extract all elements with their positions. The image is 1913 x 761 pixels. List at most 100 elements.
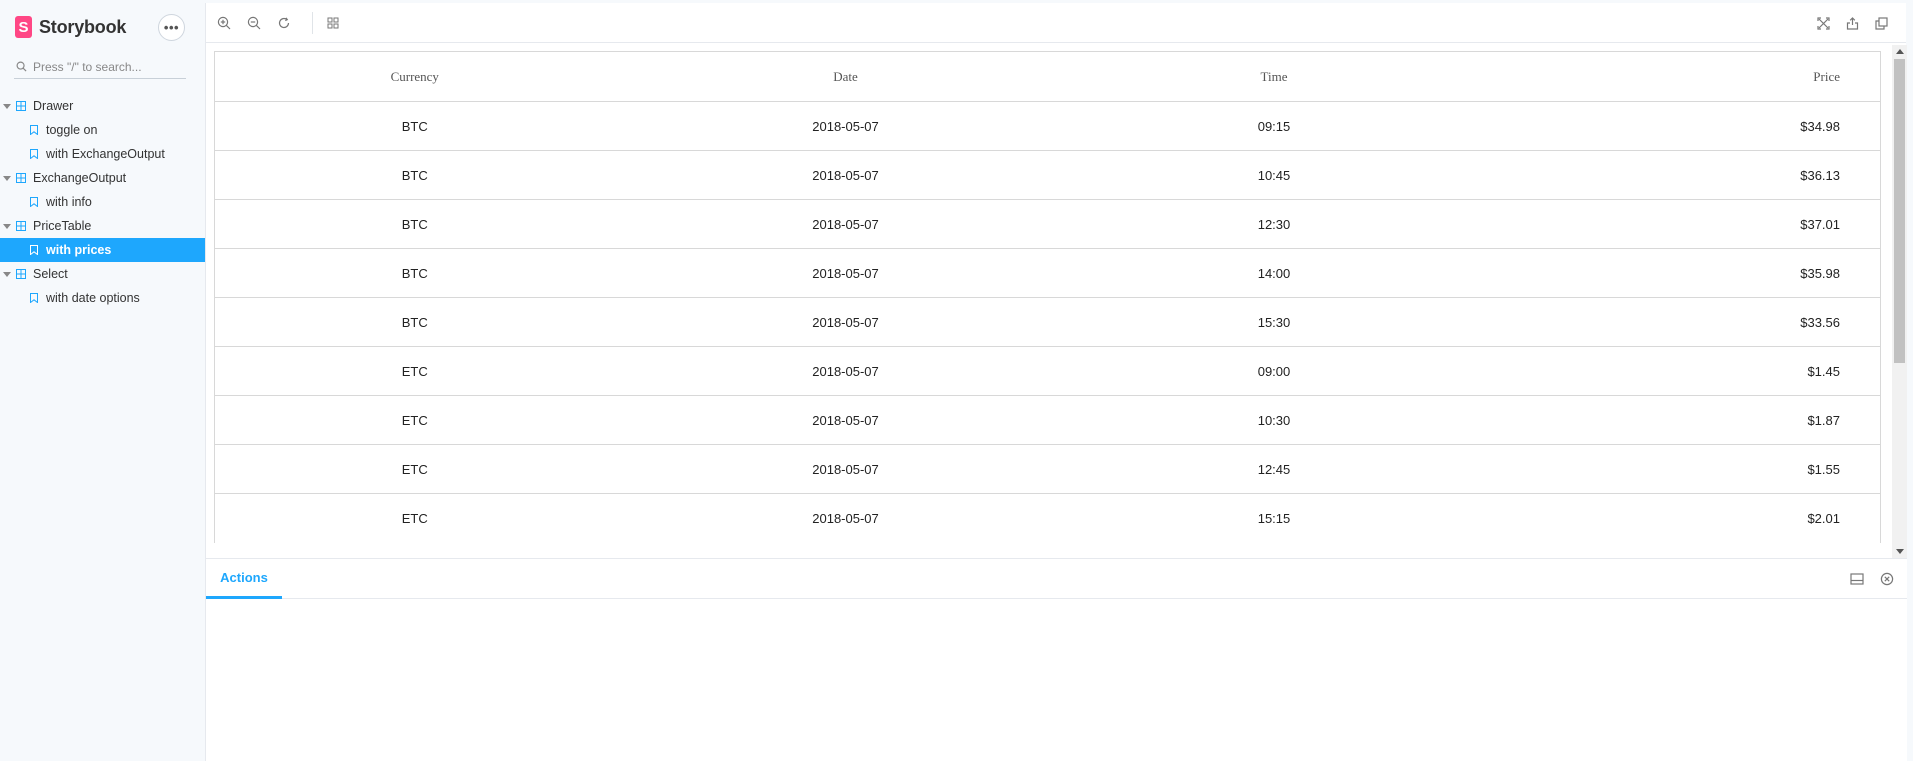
cell-date: 2018-05-07 (614, 150, 1077, 200)
story-tree: Drawer toggle on with ExchangeOutput Exchan… (0, 94, 205, 310)
sidebar-story[interactable]: toggle on (0, 118, 205, 142)
storybook-logo-icon: S (15, 16, 32, 38)
close-circle-icon[interactable] (1876, 568, 1898, 590)
sidebar-story-label: with info (46, 195, 92, 209)
component-icon (16, 221, 33, 231)
column-header-currency: Currency (214, 51, 615, 102)
bookmark-icon (30, 125, 46, 135)
cell-time: 12:45 (1076, 444, 1472, 494)
bookmark-icon (30, 197, 46, 207)
table-row: BTC 2018-05-07 12:30 $37.01 (214, 199, 1881, 249)
tab-actions[interactable]: Actions (206, 559, 282, 599)
search-box (14, 55, 186, 79)
sidebar-group-label: Drawer (33, 99, 74, 113)
sidebar-story[interactable]: with info (0, 190, 205, 214)
cell-time: 10:45 (1076, 150, 1472, 200)
scrollbar-thumb[interactable] (1894, 59, 1905, 363)
chevron-down-icon (3, 223, 11, 229)
cell-price: $34.98 (1471, 101, 1881, 151)
table-row: ETC 2018-05-07 12:45 $1.55 (214, 444, 1881, 494)
copy-icon[interactable] (1867, 9, 1895, 37)
sidebar-group-label: Select (33, 267, 68, 281)
table-row: BTC 2018-05-07 14:00 $35.98 (214, 248, 1881, 298)
cell-time: 15:15 (1076, 493, 1472, 543)
column-header-time: Time (1076, 51, 1472, 102)
cell-date: 2018-05-07 (614, 493, 1077, 543)
bookmark-icon (30, 293, 46, 303)
vertical-scrollbar[interactable] (1892, 45, 1907, 558)
sidebar-story[interactable]: with prices (0, 238, 205, 262)
table-row: BTC 2018-05-07 15:30 $33.56 (214, 297, 1881, 347)
scroll-up-icon[interactable] (1896, 49, 1904, 54)
cell-date: 2018-05-07 (614, 199, 1077, 249)
cell-currency: BTC (214, 101, 615, 151)
component-icon (16, 269, 33, 279)
column-header-date: Date (614, 51, 1077, 102)
table-row: BTC 2018-05-07 09:15 $34.98 (214, 101, 1881, 151)
table-header-row: Currency Date Time Price (214, 51, 1881, 102)
story-preview: Currency Date Time Price BTC 2018-05-07 09… (206, 43, 1907, 558)
cell-date: 2018-05-07 (614, 297, 1077, 347)
cell-currency: ETC (214, 444, 615, 494)
main-panel: Currency Date Time Price BTC 2018-05-07 09… (205, 3, 1907, 761)
cell-time: 15:30 (1076, 297, 1472, 347)
scroll-down-icon[interactable] (1896, 549, 1904, 554)
cell-date: 2018-05-07 (614, 346, 1077, 396)
sidebar-group[interactable]: PriceTable (0, 214, 205, 238)
sidebar-story[interactable]: with ExchangeOutput (0, 142, 205, 166)
chevron-down-icon (3, 175, 11, 181)
share-icon[interactable] (1838, 9, 1866, 37)
cell-time: 09:00 (1076, 346, 1472, 396)
cell-date: 2018-05-07 (614, 248, 1077, 298)
sidebar-group[interactable]: Drawer (0, 94, 205, 118)
toolbar-divider (312, 12, 313, 34)
sidebar-story-label: with date options (46, 291, 140, 305)
sidebar-group-label: PriceTable (33, 219, 92, 233)
price-table: Currency Date Time Price BTC 2018-05-07 09… (214, 51, 1881, 543)
cell-currency: BTC (214, 150, 615, 200)
brand-name: Storybook (39, 16, 127, 37)
cell-date: 2018-05-07 (614, 395, 1077, 445)
column-header-price: Price (1471, 51, 1881, 102)
cell-currency: BTC (214, 297, 615, 347)
sidebar-menu-button[interactable]: ••• (158, 14, 185, 41)
component-icon (16, 101, 33, 111)
cell-time: 09:15 (1076, 101, 1472, 151)
cell-date: 2018-05-07 (614, 444, 1077, 494)
grid-icon[interactable] (319, 9, 347, 37)
sidebar-story-label: toggle on (46, 123, 98, 137)
sidebar: S Storybook ••• Drawer toggle on with Exch… (0, 0, 205, 761)
zoom-reset-icon[interactable] (270, 9, 298, 37)
cell-price: $1.55 (1471, 444, 1881, 494)
sidebar-group-label: ExchangeOutput (33, 171, 127, 185)
search-icon (16, 61, 27, 72)
zoom-out-icon[interactable] (240, 9, 268, 37)
preview-toolbar (206, 3, 1906, 43)
cell-price: $1.87 (1471, 395, 1881, 445)
cell-time: 10:30 (1076, 395, 1472, 445)
cell-currency: BTC (214, 199, 615, 249)
chevron-down-icon (3, 271, 11, 277)
addons-tabbar: Actions (206, 559, 1907, 599)
cell-currency: ETC (214, 493, 615, 543)
addons-panel: Actions (206, 558, 1907, 761)
table-row: ETC 2018-05-07 15:15 $2.01 (214, 493, 1881, 543)
zoom-in-icon[interactable] (210, 9, 238, 37)
cell-price: $35.98 (1471, 248, 1881, 298)
table-row: BTC 2018-05-07 10:45 $36.13 (214, 150, 1881, 200)
sidebar-story[interactable]: with date options (0, 286, 205, 310)
cell-price: $2.01 (1471, 493, 1881, 543)
cell-price: $37.01 (1471, 199, 1881, 249)
search-input[interactable] (33, 59, 183, 74)
panel-layout-icon[interactable] (1846, 568, 1868, 590)
brand[interactable]: S Storybook (15, 15, 126, 39)
sidebar-group[interactable]: ExchangeOutput (0, 166, 205, 190)
cell-time: 14:00 (1076, 248, 1472, 298)
sidebar-group[interactable]: Select (0, 262, 205, 286)
fullscreen-icon[interactable] (1809, 9, 1837, 37)
sidebar-story-label: with prices (46, 243, 112, 257)
cell-time: 12:30 (1076, 199, 1472, 249)
bookmark-icon (30, 149, 46, 159)
cell-price: $33.56 (1471, 297, 1881, 347)
table-row: ETC 2018-05-07 09:00 $1.45 (214, 346, 1881, 396)
